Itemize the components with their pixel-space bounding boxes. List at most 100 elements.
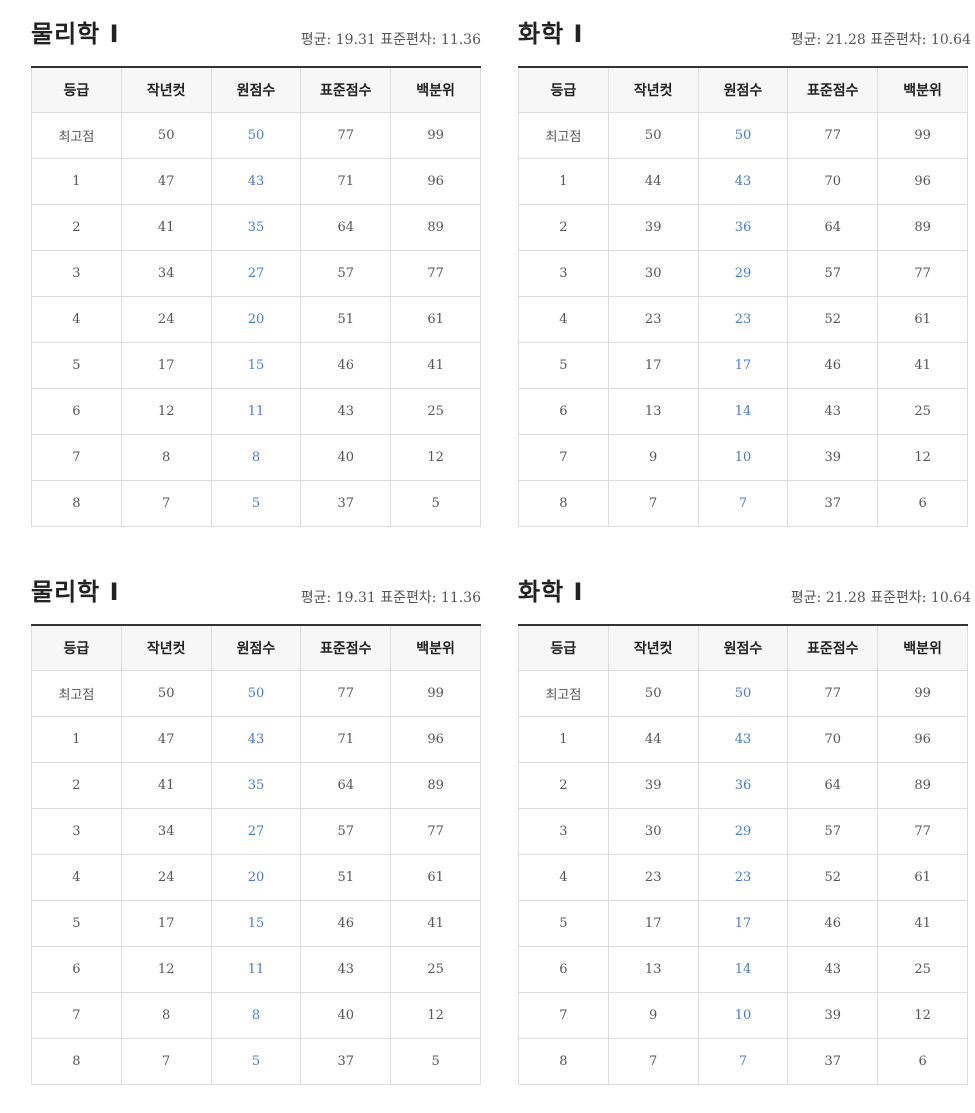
raw-score-cell: 29 [697, 808, 789, 855]
column-header: 백분위 [390, 67, 481, 113]
subject-stats: 평균: 19.31 표준편차: 11.36 [300, 590, 481, 606]
percentile-cell: 25 [877, 388, 968, 435]
raw-score-cell: 14 [697, 388, 789, 435]
percentile-cell: 89 [390, 762, 481, 809]
grade-cell: 8 [518, 480, 609, 527]
subject-title: 물리학 I [31, 20, 120, 48]
last-year-cut-cell: 17 [120, 900, 212, 947]
score-table: 등급 작년컷 원점수 표준점수 백분위 최고점 50 50 77 99 1 47 43 71 96 2 41 35… [31, 66, 481, 527]
standard-score-cell: 71 [300, 716, 392, 763]
grade-cell: 8 [31, 480, 122, 527]
table-row: 7 9 10 39 12 [518, 992, 968, 1039]
table-row: 3 34 27 57 77 [31, 808, 481, 855]
table-row: 8 7 5 37 5 [31, 480, 481, 527]
last-year-cut-cell: 23 [607, 854, 699, 901]
percentile-cell: 96 [390, 716, 481, 763]
last-year-cut-cell: 7 [607, 1038, 699, 1085]
percentile-cell: 25 [390, 388, 481, 435]
panel-chemistry-1-bottom: 화학 I 평균: 21.28 표준편차: 10.64 등급 작년컷 원점수 표준점수 백… [518, 558, 971, 1085]
last-year-cut-cell: 44 [607, 158, 699, 205]
raw-score-cell: 8 [210, 992, 302, 1039]
subject-title: 물리학 I [31, 578, 120, 606]
column-header: 표준점수 [300, 625, 392, 671]
standard-score-cell: 37 [787, 1038, 879, 1085]
grade-cell: 3 [31, 808, 122, 855]
percentile-cell: 41 [390, 342, 481, 389]
column-header: 등급 [518, 67, 609, 113]
percentile-cell: 61 [877, 854, 968, 901]
panel-chemistry-1-top: 화학 I 평균: 21.28 표준편차: 10.64 등급 작년컷 원점수 표준점수 백… [518, 0, 971, 527]
grade-cell: 1 [31, 716, 122, 763]
percentile-cell: 12 [390, 434, 481, 481]
grade-cell: 7 [31, 434, 122, 481]
table-row: 8 7 5 37 5 [31, 1038, 481, 1085]
grade-cell: 5 [518, 342, 609, 389]
last-year-cut-cell: 13 [607, 388, 699, 435]
raw-score-cell: 36 [697, 762, 789, 809]
table-row: 최고점 50 50 77 99 [31, 670, 481, 717]
raw-score-cell: 11 [210, 388, 302, 435]
subject-stats: 평균: 21.28 표준편차: 10.64 [790, 32, 971, 48]
panel-header: 화학 I 평균: 21.28 표준편차: 10.64 [518, 0, 971, 66]
raw-score-cell: 8 [210, 434, 302, 481]
standard-score-cell: 77 [300, 670, 392, 717]
last-year-cut-cell: 50 [607, 670, 699, 717]
table-header-row: 등급 작년컷 원점수 표준점수 백분위 [518, 67, 968, 113]
table-row: 4 24 20 51 61 [31, 296, 481, 343]
percentile-cell: 5 [390, 480, 481, 527]
percentile-cell: 41 [390, 900, 481, 947]
raw-score-cell: 29 [697, 250, 789, 297]
last-year-cut-cell: 41 [120, 204, 212, 251]
percentile-cell: 41 [877, 900, 968, 947]
percentile-cell: 61 [390, 854, 481, 901]
standard-score-cell: 43 [787, 388, 879, 435]
grade-cell: 1 [518, 158, 609, 205]
subject-title: 화학 I [518, 578, 584, 606]
last-year-cut-cell: 47 [120, 716, 212, 763]
table-row: 1 44 43 70 96 [518, 158, 968, 205]
table-row: 8 7 7 37 6 [518, 480, 968, 527]
table-row: 6 12 11 43 25 [31, 388, 481, 435]
column-header: 원점수 [210, 625, 302, 671]
standard-score-cell: 51 [300, 854, 392, 901]
last-year-cut-cell: 7 [120, 1038, 212, 1085]
standard-score-cell: 77 [787, 112, 879, 159]
table-row: 최고점 50 50 77 99 [31, 112, 481, 159]
grade-cell: 4 [518, 854, 609, 901]
column-header: 등급 [31, 625, 122, 671]
table-row: 5 17 17 46 41 [518, 900, 968, 947]
raw-score-cell: 17 [697, 900, 789, 947]
percentile-cell: 77 [390, 250, 481, 297]
percentile-cell: 89 [877, 204, 968, 251]
raw-score-cell: 27 [210, 250, 302, 297]
last-year-cut-cell: 8 [120, 992, 212, 1039]
table-row: 7 9 10 39 12 [518, 434, 968, 481]
standard-score-cell: 51 [300, 296, 392, 343]
standard-score-cell: 43 [300, 946, 392, 993]
grade-cell: 7 [518, 992, 609, 1039]
standard-score-cell: 52 [787, 296, 879, 343]
percentile-cell: 25 [877, 946, 968, 993]
last-year-cut-cell: 12 [120, 388, 212, 435]
percentile-cell: 61 [390, 296, 481, 343]
table-row: 1 47 43 71 96 [31, 158, 481, 205]
standard-score-cell: 37 [300, 480, 392, 527]
table-row: 5 17 15 46 41 [31, 900, 481, 947]
table-row: 최고점 50 50 77 99 [518, 112, 968, 159]
table-header-row: 등급 작년컷 원점수 표준점수 백분위 [518, 625, 968, 671]
percentile-cell: 77 [390, 808, 481, 855]
percentile-cell: 12 [877, 434, 968, 481]
column-header: 원점수 [210, 67, 302, 113]
raw-score-cell: 43 [697, 716, 789, 763]
table-row: 3 34 27 57 77 [31, 250, 481, 297]
last-year-cut-cell: 39 [607, 762, 699, 809]
grade-cell: 6 [518, 388, 609, 435]
standard-score-cell: 39 [787, 434, 879, 481]
column-header: 백분위 [877, 67, 968, 113]
raw-score-cell: 27 [210, 808, 302, 855]
grade-cell: 3 [31, 250, 122, 297]
table-row: 6 12 11 43 25 [31, 946, 481, 993]
standard-score-cell: 40 [300, 434, 392, 481]
percentile-cell: 6 [877, 1038, 968, 1085]
last-year-cut-cell: 7 [120, 480, 212, 527]
